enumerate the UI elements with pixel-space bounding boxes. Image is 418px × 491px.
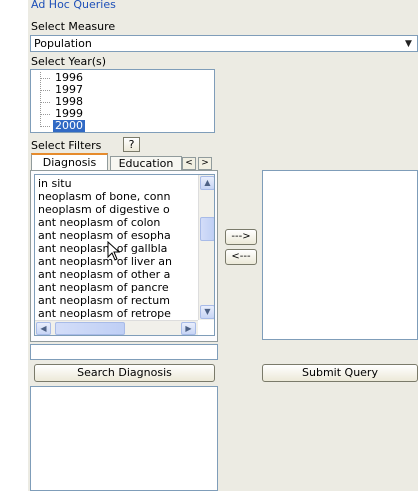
diagnosis-list[interactable]: in situ neoplasm of bone, conn neoplasm …	[34, 174, 215, 336]
list-item[interactable]: ant neoplasm of rectum	[38, 295, 203, 307]
chevron-down-icon[interactable]: ▼	[401, 37, 416, 51]
select-years-label: Select Year(s)	[31, 55, 107, 68]
list-item[interactable]: ant neoplasm of colon	[38, 217, 203, 229]
search-diagnosis-button[interactable]: Search Diagnosis	[34, 364, 215, 382]
year-item-selected[interactable]: 2000	[53, 120, 85, 132]
list-item[interactable]: in situ	[38, 178, 203, 190]
measure-dropdown-value: Population	[34, 37, 92, 50]
tab-diagnosis[interactable]: Diagnosis	[31, 153, 108, 171]
tree-line	[40, 72, 41, 127]
tree-branch	[41, 78, 50, 79]
tree-branch	[41, 126, 50, 127]
list-item[interactable]: ant neoplasm of other a	[38, 269, 203, 281]
tab-scroll-left-button[interactable]: <	[182, 157, 196, 170]
list-item[interactable]: neoplasm of bone, conn	[38, 191, 203, 203]
results-list[interactable]	[30, 386, 218, 491]
submit-query-button[interactable]: Submit Query	[262, 364, 418, 382]
scroll-left-icon[interactable]: ◀	[36, 322, 51, 335]
years-tree[interactable]: 1996 1997 1998 1999 2000	[30, 69, 215, 133]
diagnosis-vertical-scrollbar[interactable]: ▲ ▼	[198, 175, 214, 320]
mouse-cursor-icon	[107, 241, 121, 261]
scroll-up-icon[interactable]: ▲	[200, 176, 214, 190]
tree-branch	[41, 102, 50, 103]
select-measure-label: Select Measure	[31, 20, 116, 33]
list-item[interactable]: ant neoplasm of retrope	[38, 308, 203, 320]
list-item[interactable]: neoplasm of digestive o	[38, 204, 203, 216]
list-item[interactable]: ant neoplasm of pancre	[38, 282, 203, 294]
tab-scroll-right-button[interactable]: >	[198, 157, 212, 170]
remove-selected-button[interactable]: <---	[225, 249, 257, 265]
tab-education[interactable]: Education	[110, 156, 182, 171]
group-title: Ad Hoc Queries	[31, 0, 116, 11]
tree-branch	[41, 114, 50, 115]
selected-criteria-list[interactable]	[262, 170, 418, 340]
scroll-down-icon[interactable]: ▼	[200, 305, 214, 319]
tree-branch	[41, 90, 50, 91]
scroll-thumb-horizontal[interactable]	[55, 322, 125, 335]
select-filters-label: Select Filters	[31, 139, 102, 152]
scroll-right-icon[interactable]: ▶	[181, 322, 196, 335]
add-selected-button[interactable]: --->	[225, 229, 257, 245]
diagnosis-search-input[interactable]	[30, 344, 218, 360]
measure-dropdown[interactable]: Population ▼	[30, 35, 418, 52]
help-button[interactable]: ?	[123, 137, 140, 152]
diagnosis-horizontal-scrollbar[interactable]: ◀ ▶	[35, 320, 198, 335]
scroll-thumb[interactable]	[200, 217, 214, 241]
